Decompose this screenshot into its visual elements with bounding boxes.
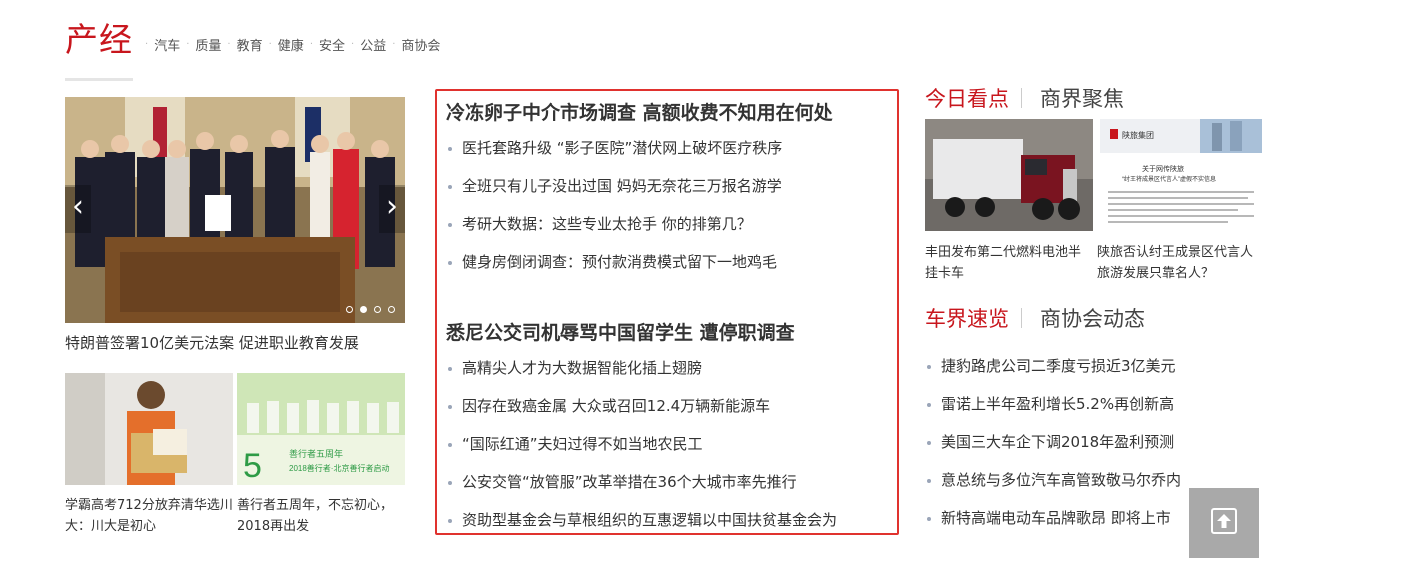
section-title[interactable]: 产经: [65, 18, 133, 62]
thumb-image-student[interactable]: [65, 373, 233, 485]
nav-item-quality[interactable]: 质量: [195, 35, 221, 54]
list-item[interactable]: 雷诺上半年盈利增长5.2%再创新高: [925, 385, 1181, 423]
tab-row-top: 今日看点 商界聚焦: [925, 83, 1124, 113]
list-item[interactable]: 高精尖人才为大数据智能化插上翅膀: [446, 349, 837, 387]
slider-next-button[interactable]: ›: [379, 185, 405, 233]
nav-item-auto[interactable]: 汽车: [154, 35, 180, 54]
thumb-caption-volunteers[interactable]: 善行者五周年，不忘初心，2018再出发: [237, 495, 407, 537]
arrow-up-box-icon: [1209, 506, 1239, 540]
svg-text:陕旅集团: 陕旅集团: [1122, 130, 1154, 140]
nav-item-education[interactable]: 教育: [237, 35, 263, 54]
nav-separator: ·: [309, 39, 313, 50]
list-item[interactable]: 健身房倒闭调查：预付款消费模式留下一地鸡毛: [446, 243, 782, 281]
list-item[interactable]: 捷豹路虎公司二季度亏损近3亿美元: [925, 347, 1181, 385]
thumb-image-volunteers[interactable]: 5 善行者五周年 2018善行者·北京善行者启动: [237, 373, 405, 485]
list-item[interactable]: 考研大数据：这些专业太抢手 你的排第几？: [446, 205, 782, 243]
tab-divider: [1021, 88, 1022, 108]
nav-separator: ·: [351, 39, 355, 50]
list-item[interactable]: 公安交管“放管服”改革举措在36个大城市率先推行: [446, 463, 837, 501]
slider-photo[interactable]: [65, 97, 405, 323]
nav-item-health[interactable]: 健康: [278, 35, 304, 54]
headline-2[interactable]: 悉尼公交司机辱骂中国留学生 遭停职调查: [446, 318, 795, 345]
tab-today-highlights[interactable]: 今日看点: [925, 83, 1009, 113]
nav-item-safety[interactable]: 安全: [319, 35, 345, 54]
slider-prev-button[interactable]: ‹: [65, 185, 91, 233]
list-item[interactable]: 资助型基金会与草根组织的互惠逻辑以中国扶贫基金会为: [446, 501, 837, 539]
headline-box: 冷冻卵子中介市场调查 高额收费不知用在何处 医托套路升级 “影子医院”潜伏网上破…: [435, 89, 899, 535]
headline-1[interactable]: 冷冻卵子中介市场调查 高额收费不知用在何处: [446, 98, 833, 125]
slider-dots: [346, 306, 395, 313]
list-item[interactable]: 美国三大车企下调2018年盈利预测: [925, 423, 1181, 461]
svg-text:2018善行者·北京善行者启动: 2018善行者·北京善行者启动: [289, 463, 389, 473]
list-item[interactable]: 全班只有儿子没出过国 妈妈无奈花三万报名游学: [446, 167, 782, 205]
card-caption-truck[interactable]: 丰田发布第二代燃料电池半挂卡车: [925, 242, 1093, 284]
tab-auto-overview[interactable]: 车界速览: [925, 303, 1009, 333]
svg-text:善行者五周年: 善行者五周年: [289, 448, 343, 459]
subnav: · 汽车 · 质量 · 教育 · 健康 · 安全 · 公益 · 商协会: [139, 35, 440, 54]
tab-chamber-news[interactable]: 商协会动态: [1040, 303, 1145, 333]
photo-slider[interactable]: ‹ ›: [65, 97, 405, 323]
svg-text:关于网传陕旅: 关于网传陕旅: [1142, 164, 1184, 173]
auto-news-list: 捷豹路虎公司二季度亏损近3亿美元 雷诺上半年盈利增长5.2%再创新高 美国三大车…: [925, 347, 1181, 537]
tab-divider: [1021, 308, 1022, 328]
nav-separator: ·: [392, 39, 396, 50]
card-image-truck[interactable]: [925, 119, 1093, 231]
nav-separator: ·: [227, 39, 231, 50]
back-to-top-button[interactable]: [1189, 488, 1259, 558]
slider-caption-link[interactable]: 特朗普签署10亿美元法案 促进职业教育发展: [65, 332, 359, 353]
card-image-notice[interactable]: 陕旅集团 关于网传陕旅 “纣王将成景区代言人”虚假不实信息: [1100, 119, 1262, 231]
nav-separator: ·: [145, 39, 149, 50]
card-caption-notice[interactable]: 陕旅否认纣王成景区代言人 旅游发展只靠名人？: [1097, 242, 1265, 284]
nav-separator: ·: [186, 39, 190, 50]
thumb-caption-student[interactable]: 学霸高考712分放弃清华选川大：川大是初心: [65, 495, 235, 537]
nav-item-charity[interactable]: 公益: [360, 35, 386, 54]
slider-dot[interactable]: [346, 306, 353, 313]
list-item[interactable]: 医托套路升级 “影子医院”潜伏网上破坏医疗秩序: [446, 129, 782, 167]
list-item[interactable]: “国际红通”夫妇过得不如当地农民工: [446, 425, 837, 463]
list-item[interactable]: 新特高端电动车品牌歌昂 即将上市: [925, 499, 1181, 537]
nav-item-chamber[interactable]: 商协会: [401, 35, 440, 54]
slider-dot[interactable]: [374, 306, 381, 313]
slider-dot-active[interactable]: [360, 306, 367, 313]
tab-row-bottom: 车界速览 商协会动态: [925, 303, 1145, 333]
list-item[interactable]: 因存在致癌金属 大众或召回12.4万辆新能源车: [446, 387, 837, 425]
nav-separator: ·: [268, 39, 272, 50]
tab-business-focus[interactable]: 商界聚焦: [1040, 83, 1124, 113]
svg-text:“纣王将成景区代言人”虚假不实信息: “纣王将成景区代言人”虚假不实信息: [1122, 175, 1216, 183]
news-list-1: 医托套路升级 “影子医院”潜伏网上破坏医疗秩序 全班只有儿子没出过国 妈妈无奈花…: [446, 129, 782, 281]
title-underline: [65, 78, 133, 81]
slider-dot[interactable]: [388, 306, 395, 313]
news-list-2: 高精尖人才为大数据智能化插上翅膀 因存在致癌金属 大众或召回12.4万辆新能源车…: [446, 349, 837, 539]
list-item[interactable]: 意总统与多位汽车高管致敬马尔乔内: [925, 461, 1181, 499]
svg-text:5: 5: [243, 447, 262, 485]
